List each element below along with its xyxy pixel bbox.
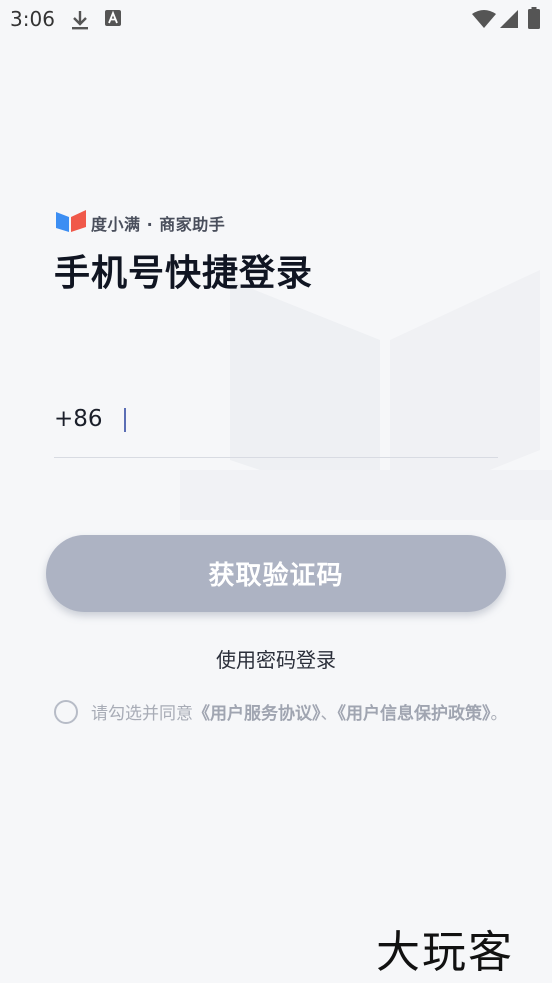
brand-name: 度小满 · 商家助手 [91,215,226,234]
page-title: 手机号快捷登录 [54,253,314,294]
status-time: 3:06 [10,7,55,31]
agreement-text: 请勾选并同意《用户服务协议》、《用户信息保护政策》。 [91,699,511,729]
a-icon [105,10,121,30]
privacy-policy-link[interactable]: 《用户信息保护政策》 [338,704,491,724]
status-bar: 3:06 [0,0,552,40]
background-book-illustration [180,260,552,524]
watermark-text: 大玩客 [376,927,514,978]
book-logo-icon [56,210,86,236]
download-icon [70,9,90,35]
password-login-link[interactable]: 使用密码登录 [0,644,552,673]
wifi-icon [472,10,496,32]
brand: 度小满 · 商家助手 [56,210,226,236]
input-underline [54,457,498,458]
phone-input[interactable] [122,400,500,440]
user-service-agreement-link[interactable]: 《用户服务协议》 [193,704,321,724]
battery-icon [528,7,540,33]
agreement-checkbox[interactable] [54,700,78,724]
signal-icon [500,10,518,32]
agreement-separator: 、 [320,704,338,724]
agreement-prefix: 请勾选并同意 [91,704,193,724]
agreement-suffix: 。 [490,704,508,724]
get-code-button[interactable]: 获取验证码 [46,535,506,612]
country-code[interactable]: +86 [54,406,103,432]
